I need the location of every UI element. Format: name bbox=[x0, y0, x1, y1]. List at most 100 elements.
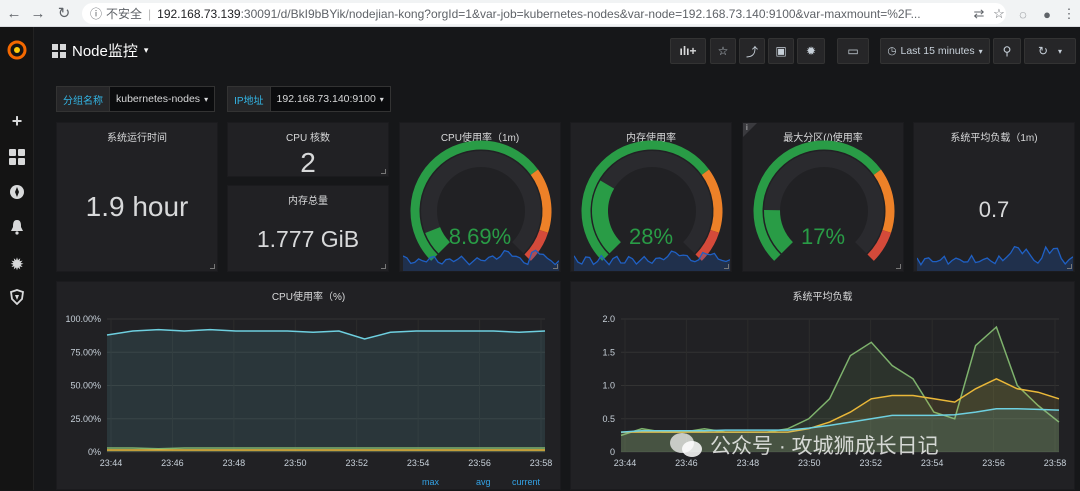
share-button[interactable]: ⤴ bbox=[739, 38, 765, 64]
dashboard-grid-icon bbox=[52, 43, 66, 58]
panel-title: 内存总量 bbox=[288, 196, 328, 207]
grafana-logo-icon[interactable] bbox=[0, 39, 34, 61]
wechat-logo-icon bbox=[670, 433, 702, 457]
explore-compass-icon[interactable] bbox=[0, 184, 34, 200]
back-icon[interactable]: ← bbox=[2, 1, 26, 25]
star-icon: ☆ bbox=[717, 44, 729, 58]
dashboard-title: Node监控 bbox=[72, 43, 138, 60]
y-tick-label: 75.00% bbox=[70, 347, 101, 357]
panel-cpu-usage[interactable]: CPU使用率（1m) 8.69% bbox=[399, 122, 561, 272]
dashboard-navbar: Node监控 ▾ ılı+ ☆ ⤴ ▣ ✹ ▭ ◷ Last 15 minute… bbox=[34, 27, 1080, 73]
legend-avg[interactable]: avg bbox=[476, 477, 491, 487]
side-menu: + ✹ bbox=[0, 27, 34, 490]
cpu-cores-value: 2 bbox=[300, 147, 316, 178]
x-tick-label: 23:44 bbox=[100, 458, 123, 468]
mem-total-value: 1.777 GiB bbox=[256, 226, 360, 252]
disk-usage-value: 17% bbox=[800, 224, 846, 249]
caret-down-icon: ▾ bbox=[1058, 46, 1063, 56]
monitor-icon: ▭ bbox=[847, 44, 859, 58]
settings-button[interactable]: ✹ bbox=[797, 38, 825, 64]
x-tick-label: 23:54 bbox=[407, 458, 430, 468]
translate-icon[interactable]: ⇄ bbox=[968, 3, 990, 25]
dashboard-title-button[interactable]: Node监控 ▾ bbox=[52, 40, 148, 61]
add-panel-button[interactable]: ılı+ bbox=[670, 38, 706, 64]
disk-usage-gauge bbox=[753, 140, 895, 261]
panel-title: 系统运行时间 bbox=[107, 133, 167, 144]
x-tick-label: 23:58 bbox=[530, 458, 553, 468]
y-tick-label: 0 bbox=[610, 447, 615, 457]
share-icon: ⤴ bbox=[745, 44, 758, 59]
panel-disk-usage[interactable]: i 最大分区(/)使用率 17% bbox=[742, 122, 904, 272]
watermark: 公众号 · 攻城狮成长日记 bbox=[668, 430, 939, 460]
forward-icon[interactable]: → bbox=[26, 1, 50, 25]
y-tick-label: 100.00% bbox=[65, 314, 101, 324]
y-tick-label: 0% bbox=[88, 447, 101, 457]
bar-chart-plus-icon: ılı+ bbox=[679, 44, 697, 58]
legend-max[interactable]: max bbox=[422, 477, 439, 487]
panel-load[interactable]: 系统平均负载（1m) 0.7 bbox=[913, 122, 1075, 272]
y-tick-label: 1.0 bbox=[602, 381, 615, 391]
mem-usage-value: 28% bbox=[628, 224, 674, 249]
series-line bbox=[107, 447, 545, 450]
variable-label: IP地址 bbox=[227, 86, 271, 112]
tv-mode-button[interactable]: ▭ bbox=[837, 38, 869, 64]
series-area bbox=[107, 329, 545, 452]
dashboards-icon[interactable] bbox=[0, 149, 34, 165]
info-icon[interactable]: ⓘ bbox=[90, 5, 102, 22]
profile-icon[interactable]: ● bbox=[1036, 3, 1058, 25]
refresh-button[interactable]: ↻ ▾ bbox=[1024, 38, 1076, 64]
zoom-out-button[interactable]: ⚲ bbox=[993, 38, 1021, 64]
settings-gear-icon[interactable]: ✹ bbox=[0, 255, 34, 275]
shield-icon[interactable] bbox=[0, 289, 34, 305]
plus-icon[interactable]: + bbox=[0, 111, 34, 132]
extension-icon[interactable]: ◌ bbox=[1012, 3, 1034, 25]
x-tick-label: 23:58 bbox=[1044, 458, 1067, 468]
uptime-value: 1.9 hour bbox=[85, 191, 189, 222]
variable-node-select[interactable]: 192.168.73.140:9100 ▾ bbox=[270, 86, 391, 112]
x-tick-label: 23:44 bbox=[614, 458, 637, 468]
load-sparkline bbox=[917, 245, 1073, 271]
panel-mem-usage[interactable]: 内存使用率 28% bbox=[570, 122, 732, 272]
alert-bell-icon[interactable] bbox=[0, 219, 34, 235]
reload-icon[interactable]: ↻ bbox=[52, 1, 76, 25]
caret-down-icon: ▾ bbox=[143, 45, 149, 55]
refresh-icon: ↻ bbox=[1037, 44, 1049, 58]
time-picker-button[interactable]: ◷ Last 15 minutes ▾ bbox=[880, 38, 990, 64]
x-tick-label: 23:56 bbox=[982, 458, 1005, 468]
menu-dots-icon[interactable]: ⋮ bbox=[1058, 3, 1080, 25]
y-tick-label: 50.00% bbox=[70, 381, 101, 391]
x-tick-label: 23:56 bbox=[468, 458, 491, 468]
search-minus-icon: ⚲ bbox=[1002, 44, 1012, 58]
save-icon: ▣ bbox=[775, 44, 787, 58]
caret-down-icon: ▾ bbox=[978, 46, 983, 56]
bookmark-star-icon[interactable]: ☆ bbox=[988, 3, 1010, 25]
legend-current[interactable]: current bbox=[512, 477, 540, 487]
sparkline-area bbox=[917, 246, 1073, 271]
clock-icon: ◷ bbox=[887, 45, 897, 57]
y-tick-label: 25.00% bbox=[70, 414, 101, 424]
x-tick-label: 23:46 bbox=[161, 458, 184, 468]
panel-mem-total[interactable]: 内存总量 1.777 GiB bbox=[227, 185, 389, 272]
cpu-usage-chart: 0% 25.00% 50.00% 75.00% 100.00% 23:44 23:46 23:… bbox=[65, 314, 553, 468]
x-tick-label: 23:48 bbox=[223, 458, 246, 468]
address-bar[interactable]: ⓘ 不安全 | 192.168.73.139 :30091/d/BkI9bBYi… bbox=[82, 3, 1006, 24]
url-host: 192.168.73.139 bbox=[157, 6, 241, 21]
url-path: :30091/d/BkI9bBYik/nodejian-kong?orgId=1… bbox=[240, 6, 921, 21]
panel-title: CPU 核数 bbox=[286, 133, 330, 144]
panel-uptime[interactable]: 系统运行时间 1.9 hour bbox=[56, 122, 218, 272]
cpu-usage-value: 8.69% bbox=[448, 224, 512, 249]
star-dashboard-button[interactable]: ☆ bbox=[710, 38, 736, 64]
caret-down-icon: ▾ bbox=[379, 94, 384, 104]
load-value: 0.7 bbox=[978, 197, 1010, 222]
variable-job-select[interactable]: kubernetes-nodes ▾ bbox=[110, 86, 216, 112]
y-tick-label: 1.5 bbox=[602, 347, 615, 357]
watermark-text: 公众号 · 攻城狮成长日记 bbox=[710, 435, 939, 458]
variable-node: IP地址 192.168.73.140:9100 ▾ bbox=[227, 86, 391, 112]
save-button[interactable]: ▣ bbox=[768, 38, 794, 64]
panel-cpu-graph[interactable]: CPU使用率（%) 0% 25.00% 50.00% 75.00% 100.00% 23:… bbox=[56, 281, 561, 490]
variable-label: 分组名称 bbox=[56, 86, 110, 112]
variable-job: 分组名称 kubernetes-nodes ▾ bbox=[56, 86, 216, 112]
panel-cpu-cores[interactable]: CPU 核数 2 bbox=[227, 122, 389, 178]
insecure-label: 不安全 bbox=[106, 7, 143, 21]
y-tick-label: 2.0 bbox=[602, 314, 615, 324]
